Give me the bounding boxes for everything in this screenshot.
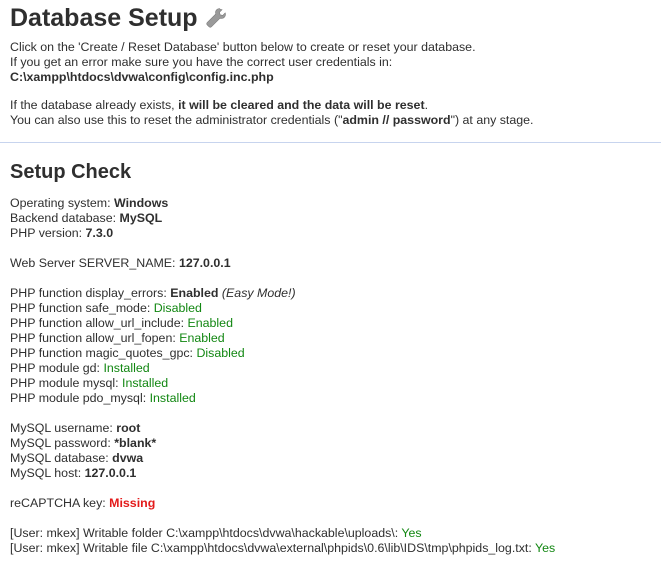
reset-warning-suffix: .: [424, 98, 429, 112]
writable-file-value: Yes: [535, 541, 556, 555]
php-functions-block: PHP function display_errors: Enabled (Ea…: [10, 286, 296, 406]
os-row: Operating system: Windows: [10, 196, 168, 211]
server-name-row: Web Server SERVER_NAME: 127.0.0.1: [10, 256, 231, 271]
gd-module-label: PHP module gd:: [10, 361, 104, 375]
writable-folder-row: [User: mkex] Writable folder C:\xampp\ht…: [10, 526, 555, 541]
system-info-block: Operating system: Windows Backend databa…: [10, 196, 168, 241]
reset-warning-prefix: If the database already exists,: [10, 98, 179, 112]
recaptcha-row: reCAPTCHA key: Missing: [10, 496, 155, 511]
allow-url-include-value: Enabled: [187, 316, 233, 330]
mysql-password-label: MySQL password:: [10, 436, 115, 450]
writable-paths-block: [User: mkex] Writable folder C:\xampp\ht…: [10, 526, 555, 556]
writable-folder-value: Yes: [401, 526, 422, 540]
pdo-mysql-value: Installed: [149, 391, 196, 405]
allow-url-include-label: PHP function allow_url_include:: [10, 316, 188, 330]
intro-block: Click on the 'Create / Reset Database' b…: [10, 40, 476, 85]
magic-quotes-value: Disabled: [196, 346, 245, 360]
admin-reset-suffix: ") at any stage.: [450, 113, 534, 127]
admin-reset-line: You can also use this to reset the admin…: [10, 113, 534, 128]
os-value: Windows: [113, 196, 169, 210]
reset-warning-block: If the database already exists, it will …: [10, 98, 534, 128]
mysql-password-row: MySQL password: *blank*: [10, 436, 156, 451]
writable-folder-label: [User: mkex] Writable folder C:\xampp\ht…: [10, 526, 402, 540]
backend-row: Backend database: MySQL: [10, 211, 168, 226]
intro-line-2: If you get an error make sure you have t…: [10, 55, 393, 69]
section-divider: [0, 142, 661, 143]
wrench-icon: [205, 8, 226, 28]
mysql-module-value: Installed: [122, 376, 169, 390]
allow-url-include-row: PHP function allow_url_include: Enabled: [10, 316, 296, 331]
reset-warning-line: If the database already exists, it will …: [10, 98, 534, 113]
display-errors-row: PHP function display_errors: Enabled (Ea…: [10, 286, 296, 301]
config-path: C:\xampp\htdocs\dvwa\config\config.inc.p…: [10, 70, 274, 84]
allow-url-fopen-row: PHP function allow_url_fopen: Enabled: [10, 331, 296, 346]
mysql-host-label: MySQL host:: [10, 466, 85, 480]
mysql-database-value: dvwa: [112, 451, 144, 465]
admin-credentials: admin // password: [342, 113, 451, 127]
php-version-row: PHP version: 7.3.0: [10, 226, 168, 241]
intro-line-1: Click on the 'Create / Reset Database' b…: [10, 40, 476, 54]
mysql-host-value: 127.0.0.1: [84, 466, 137, 480]
display-errors-label: PHP function display_errors:: [10, 286, 171, 300]
backend-label: Backend database:: [10, 211, 120, 225]
server-name-value: 127.0.0.1: [178, 256, 231, 270]
magic-quotes-label: PHP function magic_quotes_gpc:: [10, 346, 197, 360]
mysql-username-row: MySQL username: root: [10, 421, 156, 436]
safe-mode-value: Disabled: [153, 301, 202, 315]
display-errors-note: (Easy Mode!): [221, 286, 296, 300]
pdo-mysql-label: PHP module pdo_mysql:: [10, 391, 150, 405]
writable-file-label: [User: mkex] Writable file C:\xampp\htdo…: [10, 541, 536, 555]
reset-warning-bold: it will be cleared and the data will be …: [178, 98, 425, 112]
recaptcha-block: reCAPTCHA key: Missing: [10, 496, 155, 511]
server-name-label: Web Server SERVER_NAME:: [10, 256, 179, 270]
writable-file-row: [User: mkex] Writable file C:\xampp\htdo…: [10, 541, 555, 556]
recaptcha-value: Missing: [109, 496, 156, 510]
allow-url-fopen-value: Enabled: [179, 331, 225, 345]
mysql-module-label: PHP module mysql:: [10, 376, 123, 390]
os-label: Operating system:: [10, 196, 114, 210]
magic-quotes-row: PHP function magic_quotes_gpc: Disabled: [10, 346, 296, 361]
page-title-text: Database Setup: [10, 4, 198, 32]
page-title: Database Setup: [10, 0, 661, 34]
mysql-username-label: MySQL username:: [10, 421, 117, 435]
safe-mode-label: PHP function safe_mode:: [10, 301, 154, 315]
server-name-block: Web Server SERVER_NAME: 127.0.0.1: [10, 256, 231, 271]
admin-reset-prefix: You can also use this to reset the admin…: [10, 113, 343, 127]
php-version-value: 7.3.0: [85, 226, 114, 240]
mysql-host-row: MySQL host: 127.0.0.1: [10, 466, 156, 481]
mysql-username-value: root: [116, 421, 141, 435]
display-errors-value: Enabled: [170, 286, 219, 300]
php-version-label: PHP version:: [10, 226, 86, 240]
allow-url-fopen-label: PHP function allow_url_fopen:: [10, 331, 180, 345]
mysql-credentials-block: MySQL username: root MySQL password: *bl…: [10, 421, 156, 481]
gd-module-row: PHP module gd: Installed: [10, 361, 296, 376]
pdo-mysql-row: PHP module pdo_mysql: Installed: [10, 391, 296, 406]
recaptcha-label: reCAPTCHA key:: [10, 496, 110, 510]
setup-page: Database Setup Click on the 'Create / Re…: [10, 0, 661, 127]
setup-check-title: Setup Check: [10, 161, 132, 183]
mysql-password-value: *blank*: [114, 436, 157, 450]
mysql-module-row: PHP module mysql: Installed: [10, 376, 296, 391]
mysql-database-label: MySQL database:: [10, 451, 113, 465]
backend-value: MySQL: [119, 211, 163, 225]
safe-mode-row: PHP function safe_mode: Disabled: [10, 301, 296, 316]
gd-module-value: Installed: [103, 361, 150, 375]
mysql-database-row: MySQL database: dvwa: [10, 451, 156, 466]
